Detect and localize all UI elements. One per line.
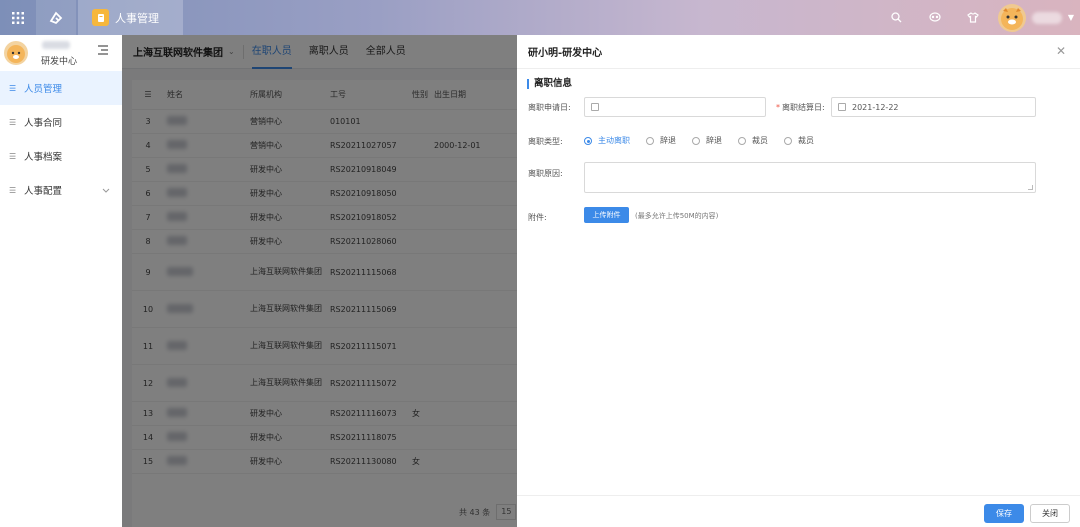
search-icon[interactable] (887, 8, 907, 28)
sidebar-item-personnel[interactable]: ☰ 人员管理 (0, 71, 122, 105)
settle-date-label: * 离职结算日: (776, 103, 825, 112)
list-icon: ☰ (9, 117, 17, 127)
sidebar-item-label: 人事配置 (24, 186, 63, 197)
message-icon[interactable] (925, 8, 945, 28)
resize-handle-icon[interactable] (1028, 185, 1033, 190)
dept-avatar (4, 41, 28, 65)
user-avatar[interactable] (997, 3, 1026, 32)
section-title: 离职信息 (527, 79, 572, 89)
list-icon: ☰ (9, 83, 17, 93)
radio-dismiss-2[interactable]: 辞退 (692, 135, 722, 146)
user-name-blurred (42, 41, 70, 49)
reason-textarea[interactable] (584, 162, 1036, 193)
list-icon: ☰ (9, 185, 17, 195)
radio-voluntary[interactable]: 主动离职 (584, 135, 630, 146)
resignation-drawer: 研小明-研发中心 ✕ 离职信息 离职申请日: * 离职结算日: 2021-12-2… (517, 35, 1080, 527)
radio-layoff-1[interactable]: 裁员 (738, 135, 768, 146)
sidebar-item-contract[interactable]: ☰ 人事合同 (0, 105, 122, 139)
upload-button[interactable]: 上传附件 (584, 207, 629, 223)
settle-date-value: 2021-12-22 (852, 102, 899, 112)
calendar-icon (838, 103, 846, 111)
list-icon: ☰ (9, 151, 17, 161)
settle-date-field[interactable]: 2021-12-22 (831, 97, 1036, 117)
sidebar-item-config[interactable]: ☰ 人事配置 (0, 173, 122, 207)
sidebar-item-label: 人员管理 (24, 84, 63, 95)
menu-collapse-icon[interactable] (97, 45, 109, 55)
drawer-title: 研小明-研发中心 (528, 48, 603, 59)
theme-shirt-icon[interactable] (963, 8, 983, 28)
sidebar: 研发中心 ☰ 人员管理 ☰ 人事合同 ☰ 人事档案 ☰ 人事配置 (0, 35, 122, 527)
radio-layoff-2[interactable]: 裁员 (784, 135, 814, 146)
save-button[interactable]: 保存 (984, 504, 1024, 523)
dept-name: 研发中心 (41, 57, 78, 67)
watermark-logo-icon (10, 496, 47, 513)
close-button[interactable]: 关闭 (1030, 504, 1070, 523)
apply-date-label: 离职申请日: (528, 103, 571, 112)
watermark: 大数跨境 (8, 493, 120, 518)
modal-overlay[interactable] (122, 35, 517, 527)
sidebar-item-label: 人事合同 (24, 118, 63, 129)
calendar-icon (591, 103, 599, 111)
brand-logo-icon[interactable] (36, 0, 76, 35)
resign-type-radio-group: 主动离职 辞退 辞退 裁员 裁员 (584, 135, 830, 146)
radio-dismiss-1[interactable]: 辞退 (646, 135, 676, 146)
app-icon (92, 9, 109, 26)
app-name: 人事管理 (115, 11, 159, 25)
close-icon[interactable]: ✕ (1056, 45, 1068, 57)
top-bar: 人事管理 ▼ (0, 0, 1080, 35)
drawer-header: 研小明-研发中心 ✕ (517, 35, 1080, 69)
apps-grid-icon[interactable] (0, 0, 36, 35)
watermark-text: 大数跨境 (48, 498, 120, 518)
username (1031, 11, 1062, 24)
reason-label: 离职原因: (528, 169, 563, 178)
attach-label: 附件: (528, 213, 547, 222)
drawer-footer: 保存 关闭 (517, 495, 1080, 527)
app-tab[interactable]: 人事管理 (78, 0, 183, 35)
sidebar-item-archive[interactable]: ☰ 人事档案 (0, 139, 122, 173)
sidebar-item-label: 人事档案 (24, 152, 63, 163)
upload-hint: (最多允许上传50M的内容) (635, 212, 719, 220)
chevron-down-icon (102, 185, 110, 196)
type-label: 离职类型: (528, 137, 563, 146)
chevron-down-icon[interactable]: ▼ (1068, 13, 1074, 22)
apply-date-field[interactable] (584, 97, 766, 117)
